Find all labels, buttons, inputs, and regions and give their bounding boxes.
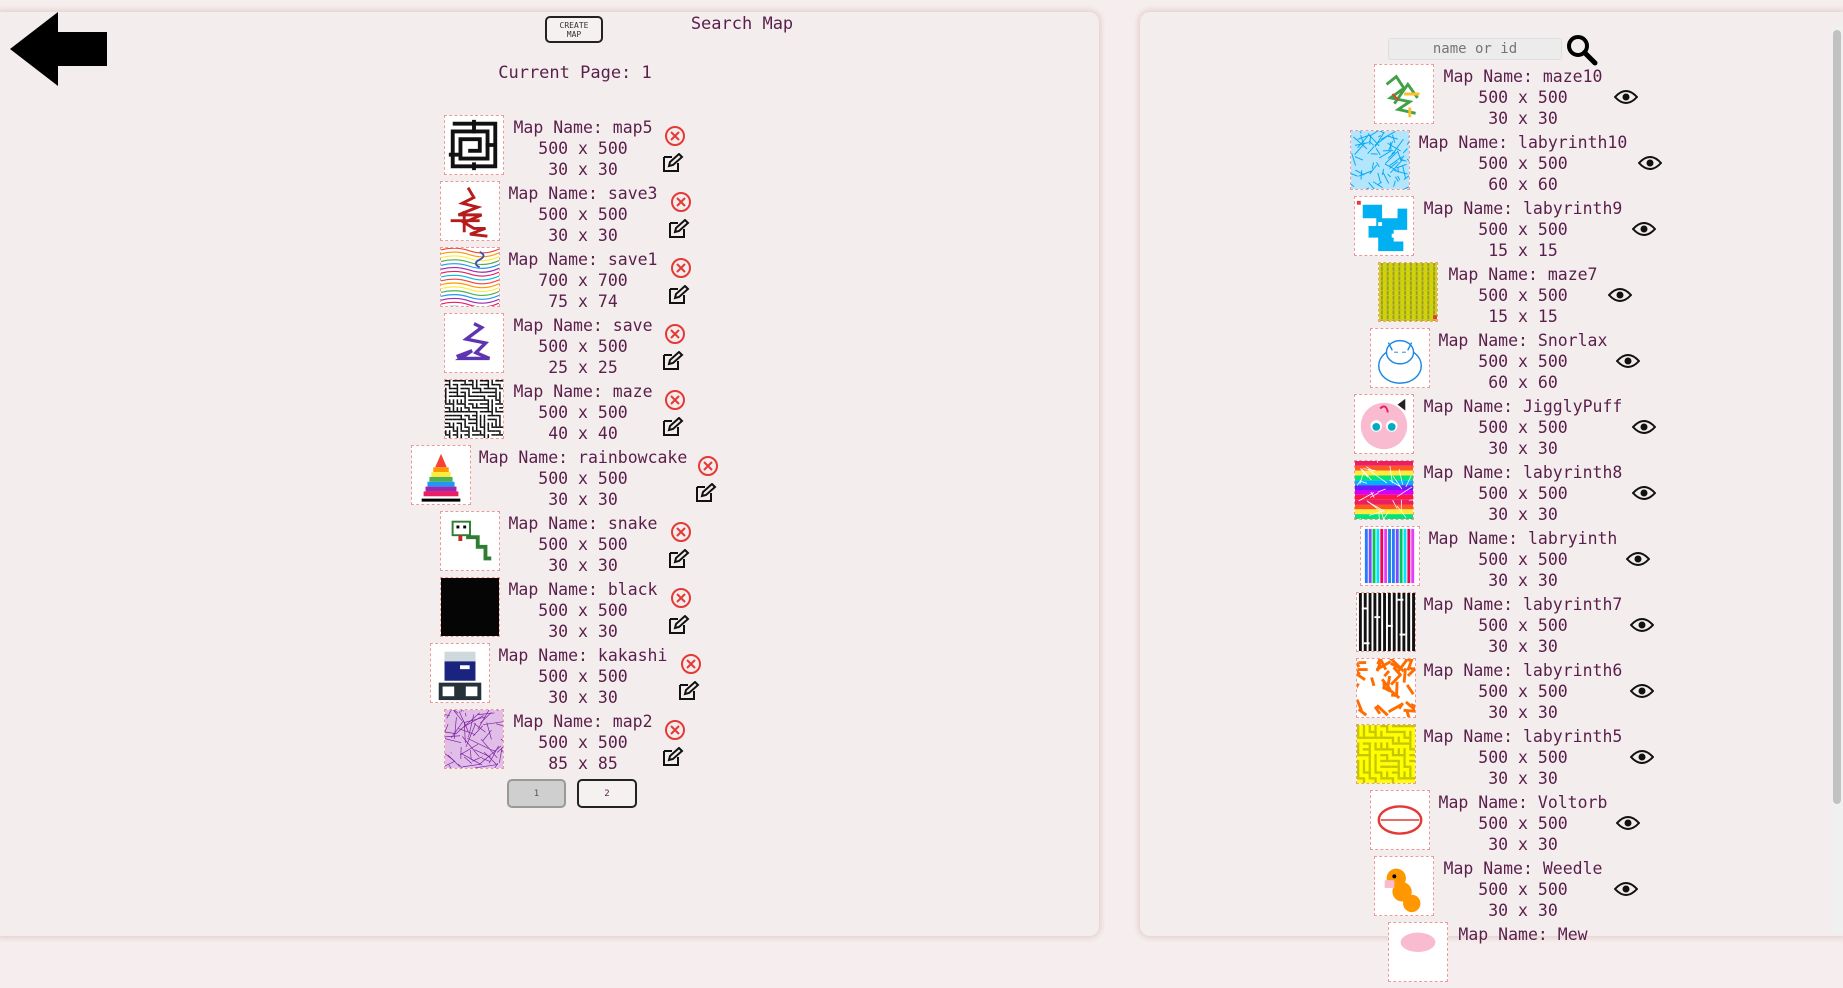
view-map-eye-icon[interactable] (1614, 89, 1638, 105)
search-result-row: Map Name: labyrinth7500 x 50030 x 30 (0, 592, 1843, 658)
map-size: 500 x 500 (1373, 747, 1673, 769)
map-name: Map Name: Weedle (1373, 858, 1673, 880)
search-result-row: Map Name: maze7500 x 50015 x 15 (0, 262, 1843, 328)
view-map-eye-icon[interactable] (1632, 419, 1656, 435)
search-result-row: Map Name: labyrinth8500 x 50030 x 30 (0, 460, 1843, 526)
view-map-eye-icon[interactable] (1630, 617, 1654, 633)
search-result-row: Map Name: Mew (0, 922, 1843, 988)
map-name: Map Name: Snorlax (1373, 330, 1673, 352)
search-result-row: Map Name: labyrinth5500 x 50030 x 30 (0, 724, 1843, 790)
search-result-row: Map Name: labyrinth10500 x 50060 x 60 (0, 130, 1843, 196)
map-size: 500 x 500 (1373, 153, 1673, 175)
map-grid: 30 x 30 (1373, 768, 1673, 790)
map-name: Map Name: Voltorb (1373, 792, 1673, 814)
map-name: Map Name: labyrinth6 (1373, 660, 1673, 682)
map-size: 500 x 500 (1373, 615, 1673, 637)
map-name: Map Name: labyrinth8 (1373, 462, 1673, 484)
view-map-eye-icon[interactable] (1630, 683, 1654, 699)
map-name: Map Name: Mew (1373, 924, 1673, 946)
map-grid: 30 x 30 (1373, 108, 1673, 130)
view-map-eye-icon[interactable] (1638, 155, 1662, 171)
map-grid: 30 x 30 (1373, 570, 1673, 592)
map-name: Map Name: maze10 (1373, 66, 1673, 88)
map-name: Map Name: labyrinth9 (1373, 198, 1673, 220)
search-result-row: Map Name: JigglyPuff500 x 50030 x 30 (0, 394, 1843, 460)
map-size: 500 x 500 (1373, 681, 1673, 703)
search-result-row: Map Name: Weedle500 x 50030 x 30 (0, 856, 1843, 922)
map-grid: 30 x 30 (1373, 900, 1673, 922)
map-grid: 30 x 30 (1373, 702, 1673, 724)
map-name: Map Name: maze7 (1373, 264, 1673, 286)
view-map-eye-icon[interactable] (1616, 815, 1640, 831)
map-name: Map Name: JigglyPuff (1373, 396, 1673, 418)
view-map-eye-icon[interactable] (1632, 485, 1656, 501)
map-name: Map Name: labyrinth10 (1373, 132, 1673, 154)
map-grid: 30 x 30 (1373, 438, 1673, 460)
view-map-eye-icon[interactable] (1630, 749, 1654, 765)
map-name: Map Name: labyrinth7 (1373, 594, 1673, 616)
search-result-row: Map Name: maze10500 x 50030 x 30 (0, 64, 1843, 130)
map-size: 500 x 500 (1373, 417, 1673, 439)
search-result-row: Map Name: labyrinth6500 x 50030 x 30 (0, 658, 1843, 724)
map-grid: 15 x 15 (1373, 306, 1673, 328)
map-grid: 30 x 30 (1373, 636, 1673, 658)
search-icon[interactable] (1566, 34, 1598, 66)
view-map-eye-icon[interactable] (1614, 881, 1638, 897)
map-name: Map Name: labyrinth5 (1373, 726, 1673, 748)
search-result-row: Map Name: labyrinth9500 x 50015 x 15 (0, 196, 1843, 262)
search-map-title: Search Map (0, 14, 1484, 34)
map-grid: 30 x 30 (1373, 504, 1673, 526)
scrollbar-thumb[interactable] (1833, 30, 1841, 804)
map-size: 500 x 500 (1373, 219, 1673, 241)
map-grid: 15 x 15 (1373, 240, 1673, 262)
search-result-row: Map Name: labryinth500 x 50030 x 30 (0, 526, 1843, 592)
search-result-row: Map Name: Snorlax500 x 50060 x 60 (0, 328, 1843, 394)
map-grid: 60 x 60 (1373, 372, 1673, 394)
search-input[interactable] (1388, 38, 1562, 60)
map-size: 500 x 500 (1373, 483, 1673, 505)
view-map-eye-icon[interactable] (1616, 353, 1640, 369)
view-map-eye-icon[interactable] (1632, 221, 1656, 237)
view-map-eye-icon[interactable] (1626, 551, 1650, 567)
map-name: Map Name: labryinth (1373, 528, 1673, 550)
view-map-eye-icon[interactable] (1608, 287, 1632, 303)
map-grid: 60 x 60 (1373, 174, 1673, 196)
search-result-row: Map Name: Voltorb500 x 50030 x 30 (0, 790, 1843, 856)
map-grid: 30 x 30 (1373, 834, 1673, 856)
